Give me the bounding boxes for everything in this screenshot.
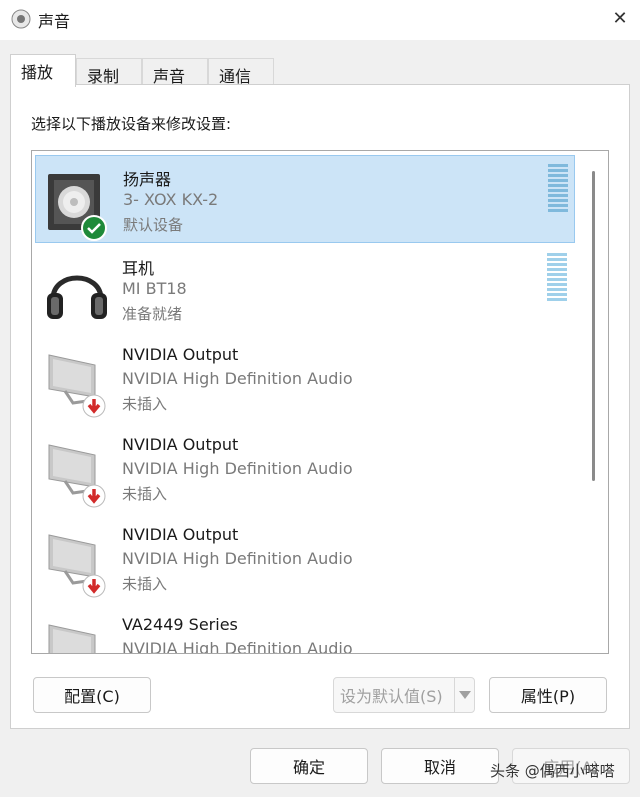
device-name: 扬声器: [123, 170, 172, 189]
chevron-down-icon[interactable]: [454, 678, 474, 712]
list-item[interactable]: VA2449 Series NVIDIA High Definition Aud…: [35, 605, 575, 654]
playback-panel: 选择以下播放设备来修改设置: 扬声器 3- XOX KX-2 默认设备 耳机 M…: [10, 84, 630, 729]
tab-playback[interactable]: 播放: [10, 54, 76, 87]
device-description: NVIDIA High Definition Audio: [122, 369, 353, 388]
close-button[interactable]: ✕: [600, 0, 640, 36]
title-bar: 声音 ✕: [0, 0, 640, 40]
device-name: NVIDIA Output: [122, 525, 239, 544]
button-label: 设为默认值(S): [340, 687, 443, 706]
device-name: 耳机: [122, 259, 155, 278]
properties-button[interactable]: 属性(P): [489, 677, 607, 713]
device-status: 默认设备: [123, 216, 184, 234]
device-name: NVIDIA Output: [122, 435, 239, 454]
list-item[interactable]: NVIDIA Output NVIDIA High Definition Aud…: [35, 335, 575, 423]
device-status: 未插入: [122, 575, 168, 593]
list-item[interactable]: NVIDIA Output NVIDIA High Definition Aud…: [35, 425, 575, 513]
device-list[interactable]: 扬声器 3- XOX KX-2 默认设备 耳机 MI BT18 准备就绪 NVI…: [31, 150, 609, 654]
device-name: VA2449 Series: [122, 615, 238, 634]
list-item[interactable]: NVIDIA Output NVIDIA High Definition Aud…: [35, 515, 575, 603]
device-description: NVIDIA High Definition Audio: [122, 639, 353, 654]
close-icon: ✕: [612, 7, 628, 29]
tab-communications[interactable]: 通信: [208, 58, 274, 86]
dialog-body: 播放 录制 声音 通信 选择以下播放设备来修改设置: 扬声器 3- XOX KX…: [0, 40, 640, 797]
monitor-icon: [48, 624, 96, 653]
device-description: NVIDIA High Definition Audio: [122, 459, 353, 478]
speaker-app-icon: [11, 9, 31, 29]
volume-meter: [548, 164, 568, 216]
device-description: MI BT18: [122, 279, 187, 298]
device-description: 3- XOX KX-2: [123, 190, 219, 209]
tab-recording[interactable]: 录制: [76, 58, 142, 86]
list-item[interactable]: 耳机 MI BT18 准备就绪: [35, 245, 575, 333]
button-label: 配置(C): [64, 687, 120, 706]
headphones-icon: [47, 275, 107, 319]
tab-label: 播放: [21, 63, 54, 82]
scrollbar-thumb[interactable]: [592, 171, 595, 481]
set-default-button[interactable]: 设为默认值(S): [333, 677, 475, 713]
instruction-text: 选择以下播放设备来修改设置:: [31, 115, 232, 133]
ok-button[interactable]: 确定: [250, 748, 368, 784]
unplugged-icon: [82, 484, 106, 508]
device-name: NVIDIA Output: [122, 345, 239, 364]
button-label: 取消: [423, 758, 456, 777]
cancel-button[interactable]: 取消: [381, 748, 499, 784]
watermark-text: 头条 @偶西小嗒嗒: [490, 762, 615, 780]
configure-button[interactable]: 配置(C): [33, 677, 151, 713]
button-label: 属性(P): [520, 687, 576, 706]
volume-meter: [547, 253, 567, 305]
device-description: NVIDIA High Definition Audio: [122, 549, 353, 568]
tab-strip: 播放 录制 声音 通信: [10, 54, 630, 87]
unplugged-icon: [82, 394, 106, 418]
default-check-icon: [81, 215, 107, 241]
button-label: 确定: [292, 758, 325, 777]
unplugged-icon: [82, 574, 106, 598]
device-status: 未插入: [122, 395, 168, 413]
list-item[interactable]: 扬声器 3- XOX KX-2 默认设备: [35, 155, 575, 243]
window-title: 声音: [38, 12, 71, 31]
tab-sounds[interactable]: 声音: [142, 58, 208, 86]
device-status: 准备就绪: [122, 305, 183, 323]
device-status: 未插入: [122, 485, 168, 503]
